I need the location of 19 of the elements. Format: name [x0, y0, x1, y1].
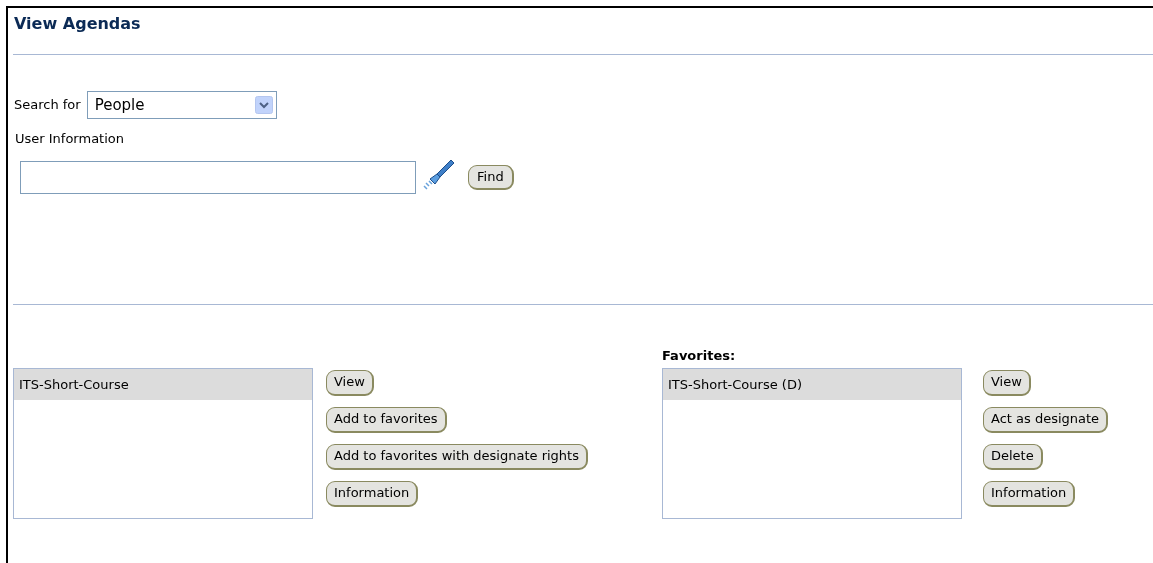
action-button[interactable]: Add to favorites	[326, 406, 447, 433]
action-button[interactable]: Information	[326, 480, 419, 507]
action-button[interactable]: Act as designate	[983, 406, 1109, 433]
action-button[interactable]: Delete	[983, 443, 1043, 470]
find-button[interactable]: Find	[468, 165, 514, 190]
action-button[interactable]: Information	[983, 480, 1076, 507]
favorites-label: Favorites:	[662, 346, 736, 365]
favorites-list[interactable]: ITS-Short-Course (D)	[662, 367, 962, 519]
page-title: View Agendas	[14, 13, 141, 35]
list-item[interactable]: ITS-Short-Course (D)	[663, 368, 961, 400]
input-field[interactable]	[20, 161, 416, 194]
field-label: User Information	[15, 130, 124, 148]
action-button[interactable]: Add to favorites with designate rights	[326, 443, 588, 470]
field-label: Search for	[14, 96, 81, 115]
list-item[interactable]: ITS-Short-Course	[14, 368, 312, 400]
agenda-list[interactable]: ITS-Short-Course	[13, 367, 313, 519]
search-type-dropdown[interactable]: People	[86, 91, 277, 119]
action-button[interactable]: View	[326, 369, 374, 396]
action-button[interactable]: View	[983, 369, 1031, 396]
